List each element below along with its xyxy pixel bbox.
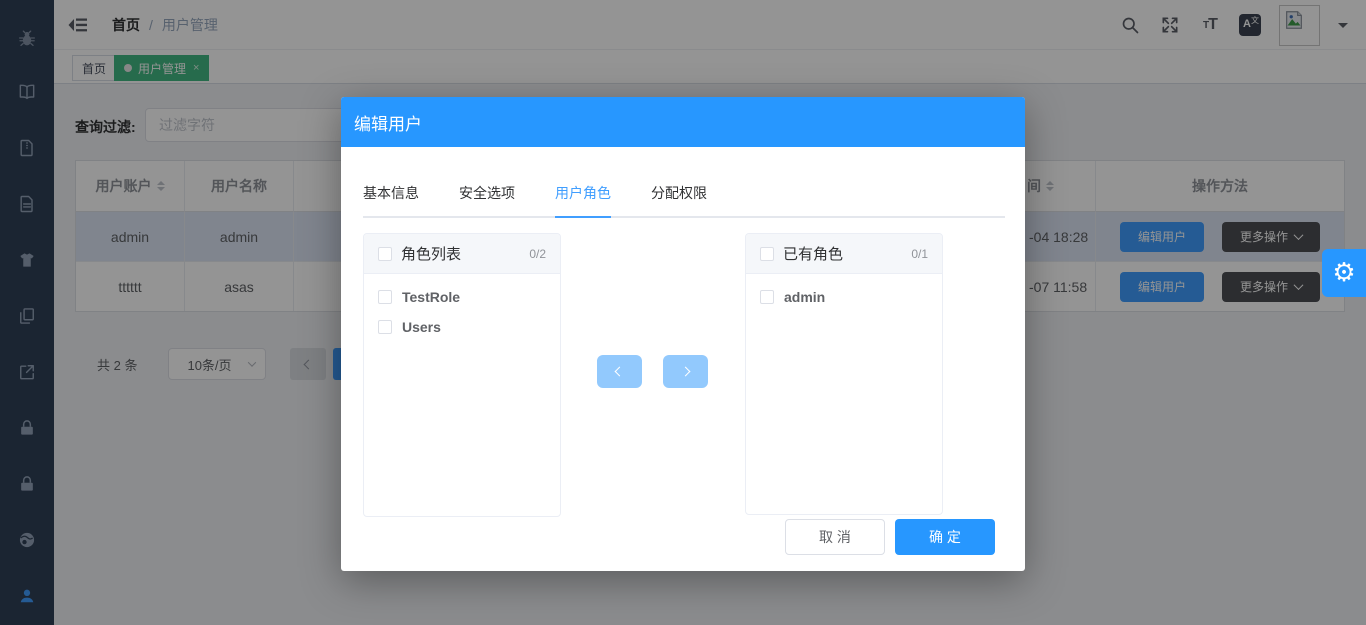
app-window: 首页 / 用户管理 TT A 文 [0, 0, 1366, 625]
select-all-checkbox[interactable] [760, 247, 774, 261]
target-panel-title: 已有角色 [783, 243, 843, 264]
item-checkbox[interactable] [378, 290, 392, 304]
modal-title: 编辑用户 [354, 110, 422, 135]
gear-icon: ⚙ [1332, 260, 1355, 286]
item-checkbox[interactable] [378, 320, 392, 334]
tab-assign-permissions[interactable]: 分配权限 [651, 183, 707, 216]
transfer-item-testrole[interactable]: TestRole [364, 282, 560, 312]
transfer-item-admin[interactable]: admin [746, 282, 942, 312]
tab-user-roles[interactable]: 用户角色 [555, 183, 611, 218]
edit-user-modal: 编辑用户 基本信息 安全选项 用户角色 分配权限 角色列表 0/2 TestRo… [341, 97, 1025, 571]
modal-tabs: 基本信息 安全选项 用户角色 分配权限 [363, 183, 1005, 218]
chevron-left-icon [615, 367, 625, 377]
transfer-to-left-button[interactable] [597, 355, 642, 388]
confirm-button[interactable]: 确 定 [895, 519, 995, 555]
tab-basic-info[interactable]: 基本信息 [363, 183, 419, 216]
source-panel-count: 0/2 [529, 247, 546, 261]
settings-fab[interactable]: ⚙ [1322, 249, 1366, 297]
tab-security-options[interactable]: 安全选项 [459, 183, 515, 216]
modal-header: 编辑用户 [341, 97, 1025, 147]
select-all-checkbox[interactable] [378, 247, 392, 261]
source-panel-title: 角色列表 [401, 243, 461, 264]
cancel-button[interactable]: 取 消 [785, 519, 885, 555]
target-panel-count: 0/1 [911, 247, 928, 261]
transfer-source-panel: 角色列表 0/2 TestRole Users [363, 233, 561, 517]
chevron-right-icon [681, 367, 691, 377]
item-checkbox[interactable] [760, 290, 774, 304]
transfer-to-right-button[interactable] [663, 355, 708, 388]
transfer-target-panel: 已有角色 0/1 admin [745, 233, 943, 515]
transfer-item-users[interactable]: Users [364, 312, 560, 342]
